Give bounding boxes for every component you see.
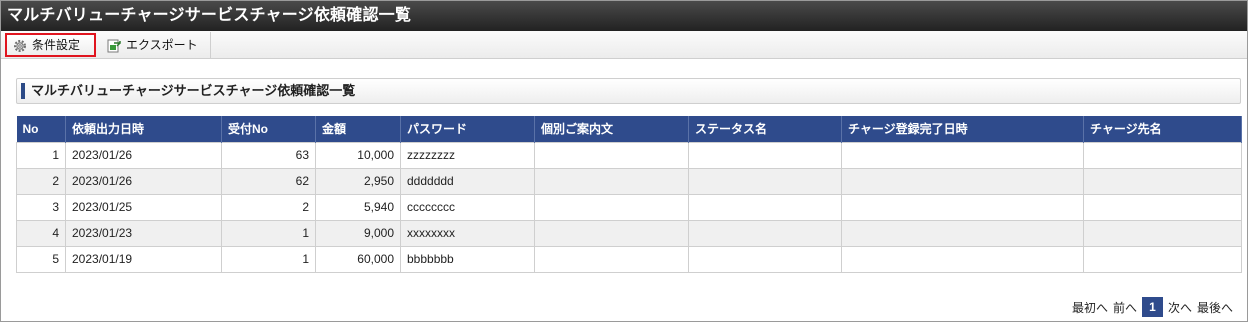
- cell-request-output-datetime: 2023/01/19: [65, 245, 222, 273]
- table-row[interactable]: 4 2023/01/23 1 9,000 xxxxxxxx: [16, 219, 1242, 247]
- pager-next-link[interactable]: 次へ: [1168, 299, 1192, 316]
- column-header-receipt-no[interactable]: 受付No: [221, 116, 316, 142]
- cell-amount: 10,000: [315, 141, 401, 169]
- cell-individual-message: [534, 219, 689, 247]
- charge-request-table: No 依頼出力日時 受付No 金額 パスワード 個別ご案内文 ステータス名 チャ…: [16, 116, 1242, 273]
- cell-no: 5: [16, 245, 66, 273]
- column-header-no[interactable]: No: [16, 116, 66, 142]
- cell-status-name: [688, 141, 842, 169]
- cell-charge-completed-datetime: [841, 167, 1084, 195]
- cell-charge-destination: [1083, 193, 1242, 221]
- table-row[interactable]: 5 2023/01/19 1 60,000 bbbbbbb: [16, 245, 1242, 273]
- column-header-status-name[interactable]: ステータス名: [688, 116, 842, 142]
- section-title: マルチバリューチャージサービスチャージ依頼確認一覧: [16, 78, 1241, 104]
- cell-status-name: [688, 193, 842, 221]
- cell-receipt-no: 1: [221, 245, 316, 273]
- export-label: エクスポート: [126, 38, 198, 52]
- cell-charge-destination: [1083, 245, 1242, 273]
- cell-amount: 5,940: [315, 193, 401, 221]
- cell-charge-destination: [1083, 167, 1242, 195]
- pagination: 最初へ 前へ 1 次へ 最後へ: [1072, 297, 1233, 317]
- cell-password: xxxxxxxx: [400, 219, 535, 247]
- cell-status-name: [688, 167, 842, 195]
- cell-no: 1: [16, 141, 66, 169]
- cell-request-output-datetime: 2023/01/26: [65, 167, 222, 195]
- cell-password: zzzzzzzz: [400, 141, 535, 169]
- cell-individual-message: [534, 141, 689, 169]
- gear-icon: [13, 38, 27, 52]
- cell-individual-message: [534, 167, 689, 195]
- column-header-request-output-datetime[interactable]: 依頼出力日時: [65, 116, 222, 142]
- cell-status-name: [688, 245, 842, 273]
- column-header-amount[interactable]: 金額: [315, 116, 401, 142]
- cell-charge-completed-datetime: [841, 245, 1084, 273]
- pager-last-link[interactable]: 最後へ: [1197, 299, 1233, 316]
- cell-password: ddddddd: [400, 167, 535, 195]
- table-row[interactable]: 3 2023/01/25 2 5,940 cccccccc: [16, 193, 1242, 221]
- export-button[interactable]: エクスポート: [101, 32, 211, 58]
- table-row[interactable]: 2 2023/01/26 62 2,950 ddddddd: [16, 167, 1242, 195]
- cell-individual-message: [534, 193, 689, 221]
- cell-password: cccccccc: [400, 193, 535, 221]
- cell-amount: 9,000: [315, 219, 401, 247]
- condition-settings-button[interactable]: 条件設定: [5, 33, 96, 57]
- cell-no: 2: [16, 167, 66, 195]
- table-header-row: No 依頼出力日時 受付No 金額 パスワード 個別ご案内文 ステータス名 チャ…: [16, 116, 1242, 142]
- cell-request-output-datetime: 2023/01/26: [65, 141, 222, 169]
- cell-request-output-datetime: 2023/01/25: [65, 193, 222, 221]
- cell-amount: 60,000: [315, 245, 401, 273]
- cell-individual-message: [534, 245, 689, 273]
- cell-request-output-datetime: 2023/01/23: [65, 219, 222, 247]
- pager-first-link[interactable]: 最初へ: [1072, 299, 1108, 316]
- column-header-password[interactable]: パスワード: [400, 116, 535, 142]
- cell-status-name: [688, 219, 842, 247]
- cell-no: 4: [16, 219, 66, 247]
- condition-settings-label: 条件設定: [32, 38, 81, 52]
- window-frame: マルチバリューチャージサービスチャージ依頼確認一覧 条件設定 エクスポート マル…: [0, 0, 1248, 322]
- cell-charge-destination: [1083, 141, 1242, 169]
- cell-charge-completed-datetime: [841, 219, 1084, 247]
- cell-no: 3: [16, 193, 66, 221]
- cell-amount: 2,950: [315, 167, 401, 195]
- cell-receipt-no: 63: [221, 141, 316, 169]
- cell-charge-destination: [1083, 219, 1242, 247]
- pager-current-page[interactable]: 1: [1141, 297, 1163, 317]
- table-row[interactable]: 1 2023/01/26 63 10,000 zzzzzzzz: [16, 141, 1242, 169]
- toolbar: 条件設定 エクスポート: [1, 31, 1247, 59]
- column-header-charge-destination[interactable]: チャージ先名: [1083, 116, 1242, 142]
- page-title: マルチバリューチャージサービスチャージ依頼確認一覧: [1, 1, 1247, 31]
- column-header-individual-message[interactable]: 個別ご案内文: [534, 116, 689, 142]
- pager-prev-link[interactable]: 前へ: [1113, 299, 1137, 316]
- column-header-charge-completed-datetime[interactable]: チャージ登録完了日時: [841, 116, 1084, 142]
- cell-password: bbbbbbb: [400, 245, 535, 273]
- cell-receipt-no: 62: [221, 167, 316, 195]
- cell-charge-completed-datetime: [841, 193, 1084, 221]
- export-icon: [107, 38, 121, 53]
- cell-receipt-no: 2: [221, 193, 316, 221]
- cell-receipt-no: 1: [221, 219, 316, 247]
- cell-charge-completed-datetime: [841, 141, 1084, 169]
